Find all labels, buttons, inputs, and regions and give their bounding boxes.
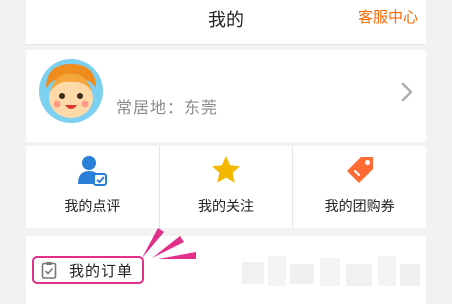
home-city-label: 常居地：东莞 <box>116 98 219 117</box>
star-icon <box>212 156 240 183</box>
coupon-tag-icon <box>346 157 373 183</box>
header-bar: 我的 客服中心 <box>26 0 426 45</box>
my-follows-button[interactable]: 我的关注 <box>158 146 293 228</box>
quick-actions: 我的点评 我的关注 我的团购券 <box>26 146 426 228</box>
my-reviews-label: 我的点评 <box>64 199 121 215</box>
my-reviews-button[interactable]: 我的点评 <box>26 146 159 228</box>
chevron-right-icon[interactable] <box>398 74 416 110</box>
my-orders-button[interactable]: 我的订单 <box>32 256 144 284</box>
avatar[interactable] <box>38 58 104 124</box>
my-orders-label: 我的订单 <box>69 262 134 280</box>
customer-service-link[interactable]: 客服中心 <box>358 6 418 27</box>
obscured-content <box>242 256 420 286</box>
profile-row[interactable]: 常居地：东莞 <box>26 50 426 142</box>
clipboard-check-icon <box>41 262 57 279</box>
my-follows-label: 我的关注 <box>198 199 254 215</box>
user-review-icon <box>78 156 108 186</box>
my-coupons-label: 我的团购券 <box>324 199 395 215</box>
orders-row[interactable]: 我的订单 <box>26 228 426 304</box>
sparkle-decoration <box>142 228 196 259</box>
my-coupons-button[interactable]: 我的团购券 <box>292 146 426 228</box>
